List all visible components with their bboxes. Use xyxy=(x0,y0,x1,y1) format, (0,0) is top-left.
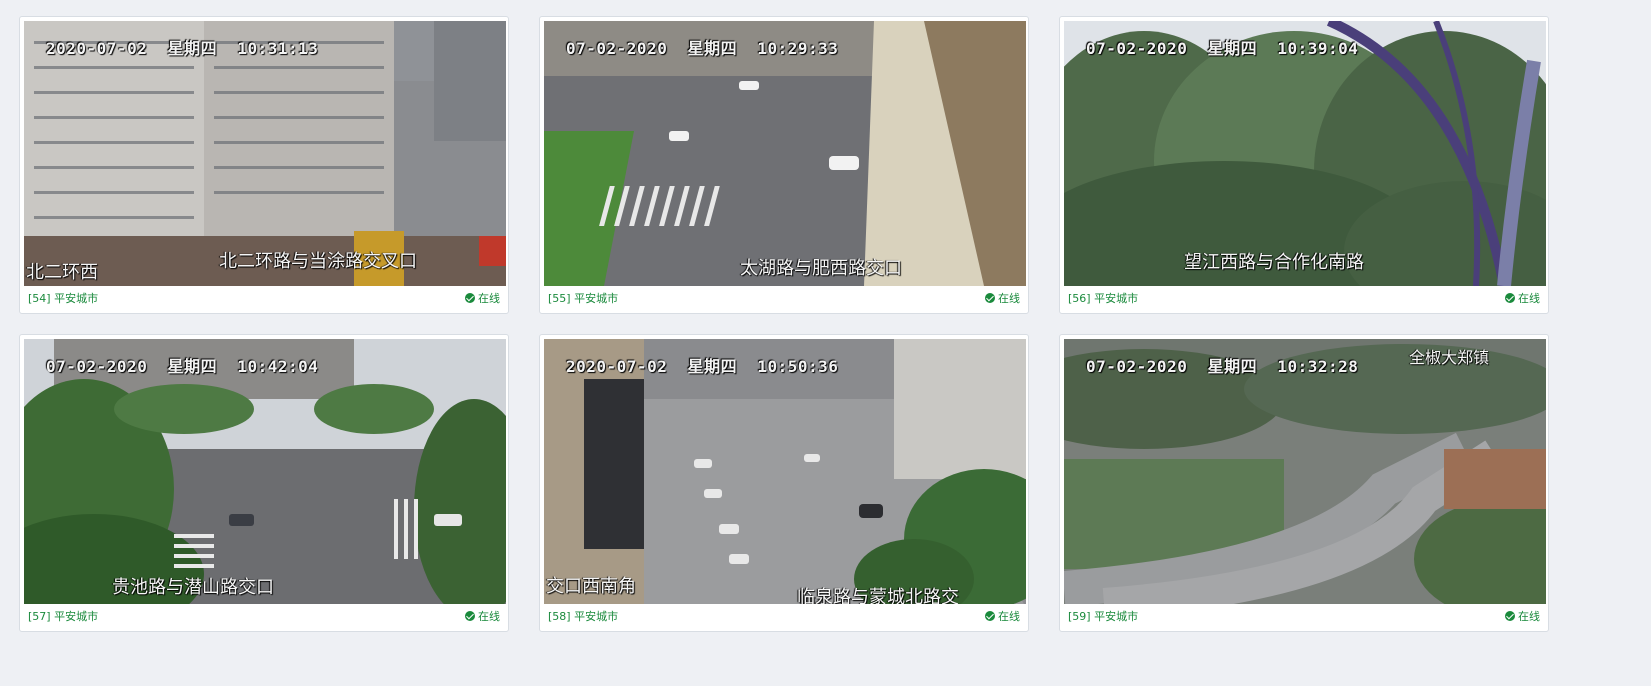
camera-meta: [54] 平安城市 在线 xyxy=(28,290,500,306)
camera-label[interactable]: [55] 平安城市 xyxy=(548,290,618,306)
timestamp-overlay: 07-02-2020 星期四 10:39:04 xyxy=(1086,39,1359,58)
camera-feed-54[interactable]: 2020-07-02 星期四 10:31:13 北二环路与当涂路交叉口 北二环西 xyxy=(24,21,506,286)
camera-card-57[interactable]: 07-02-2020 星期四 10:42:04 贵池路与潜山路交口 [57] 平… xyxy=(19,334,509,632)
location-overlay: 望江西路与合作化南路 xyxy=(1184,252,1364,273)
location-overlay: 太湖路与肥西路交口 xyxy=(740,258,902,279)
camera-id: [56] xyxy=(1068,292,1091,305)
timestamp-overlay: 2020-07-02 星期四 10:31:13 xyxy=(46,39,319,58)
location-overlay: 全椒大郑镇 xyxy=(1409,348,1490,367)
camera-group: 平安城市 xyxy=(54,610,99,623)
camera-feed-55[interactable]: 07-02-2020 星期四 10:29:33 太湖路与肥西路交口 xyxy=(544,21,1026,286)
camera-feed-58[interactable]: 2020-07-02 星期四 10:50:36 临泉路与蒙城北路交 交口西南角 xyxy=(544,339,1026,604)
location-overlay: 临泉路与蒙城北路交 xyxy=(797,587,959,604)
status-badge: 在线 xyxy=(465,608,500,624)
camera-id: [59] xyxy=(1068,610,1091,623)
camera-group: 平安城市 xyxy=(54,292,99,305)
camera-group: 平安城市 xyxy=(574,292,619,305)
camera-meta: [59] 平安城市 在线 xyxy=(1068,608,1540,624)
camera-meta: [56] 平安城市 在线 xyxy=(1068,290,1540,306)
status-text: 在线 xyxy=(478,292,500,305)
camera-meta: [58] 平安城市 在线 xyxy=(548,608,1020,624)
camera-card-56[interactable]: 07-02-2020 星期四 10:39:04 望江西路与合作化南路 [56] … xyxy=(1059,16,1549,314)
camera-feed-59[interactable]: 07-02-2020 星期四 10:32:28 全椒大郑镇 xyxy=(1064,339,1546,604)
timestamp-overlay: 07-02-2020 星期四 10:32:28 xyxy=(1086,357,1359,376)
status-badge: 在线 xyxy=(985,290,1020,306)
location-corner-overlay: 北二环西 xyxy=(26,262,98,283)
timestamp-overlay: 07-02-2020 星期四 10:29:33 xyxy=(566,39,839,58)
camera-meta: [57] 平安城市 在线 xyxy=(28,608,500,624)
camera-id: [58] xyxy=(548,610,571,623)
camera-card-59[interactable]: 07-02-2020 星期四 10:32:28 全椒大郑镇 [59] 平安城市 … xyxy=(1059,334,1549,632)
camera-label[interactable]: [58] 平安城市 xyxy=(548,608,618,624)
status-badge: 在线 xyxy=(1505,608,1540,624)
timestamp-overlay: 07-02-2020 星期四 10:42:04 xyxy=(46,357,319,376)
feed-image xyxy=(24,339,506,604)
timestamp-overlay: 2020-07-02 星期四 10:50:36 xyxy=(566,357,839,376)
camera-meta: [55] 平安城市 在线 xyxy=(548,290,1020,306)
status-badge: 在线 xyxy=(985,608,1020,624)
camera-id: [55] xyxy=(548,292,571,305)
feed-image xyxy=(544,339,1026,604)
status-text: 在线 xyxy=(998,292,1020,305)
camera-id: [54] xyxy=(28,292,51,305)
status-text: 在线 xyxy=(1518,292,1540,305)
status-badge: 在线 xyxy=(1505,290,1540,306)
camera-label[interactable]: [57] 平安城市 xyxy=(28,608,98,624)
feed-image xyxy=(544,21,1026,286)
camera-label[interactable]: [54] 平安城市 xyxy=(28,290,98,306)
location-overlay: 北二环路与当涂路交叉口 xyxy=(219,251,417,272)
camera-card-54[interactable]: 2020-07-02 星期四 10:31:13 北二环路与当涂路交叉口 北二环西… xyxy=(19,16,509,314)
check-circle-icon xyxy=(985,611,995,621)
check-circle-icon xyxy=(1505,293,1515,303)
camera-card-55[interactable]: 07-02-2020 星期四 10:29:33 太湖路与肥西路交口 [55] 平… xyxy=(539,16,1029,314)
camera-group: 平安城市 xyxy=(1094,292,1139,305)
check-circle-icon xyxy=(1505,611,1515,621)
camera-group: 平安城市 xyxy=(574,610,619,623)
check-circle-icon xyxy=(985,293,995,303)
camera-group: 平安城市 xyxy=(1094,610,1139,623)
camera-label[interactable]: [59] 平安城市 xyxy=(1068,608,1138,624)
check-circle-icon xyxy=(465,293,475,303)
feed-image xyxy=(1064,21,1546,286)
location-overlay: 贵池路与潜山路交口 xyxy=(112,577,274,598)
feed-image xyxy=(1064,339,1546,604)
camera-id: [57] xyxy=(28,610,51,623)
camera-feed-56[interactable]: 07-02-2020 星期四 10:39:04 望江西路与合作化南路 xyxy=(1064,21,1546,286)
camera-label[interactable]: [56] 平安城市 xyxy=(1068,290,1138,306)
camera-feed-57[interactable]: 07-02-2020 星期四 10:42:04 贵池路与潜山路交口 xyxy=(24,339,506,604)
location-corner-overlay: 交口西南角 xyxy=(546,576,636,597)
status-badge: 在线 xyxy=(465,290,500,306)
status-text: 在线 xyxy=(998,610,1020,623)
camera-grid: 2020-07-02 星期四 10:31:13 北二环路与当涂路交叉口 北二环西… xyxy=(19,16,1551,632)
check-circle-icon xyxy=(465,611,475,621)
status-text: 在线 xyxy=(1518,610,1540,623)
status-text: 在线 xyxy=(478,610,500,623)
camera-card-58[interactable]: 2020-07-02 星期四 10:50:36 临泉路与蒙城北路交 交口西南角 … xyxy=(539,334,1029,632)
